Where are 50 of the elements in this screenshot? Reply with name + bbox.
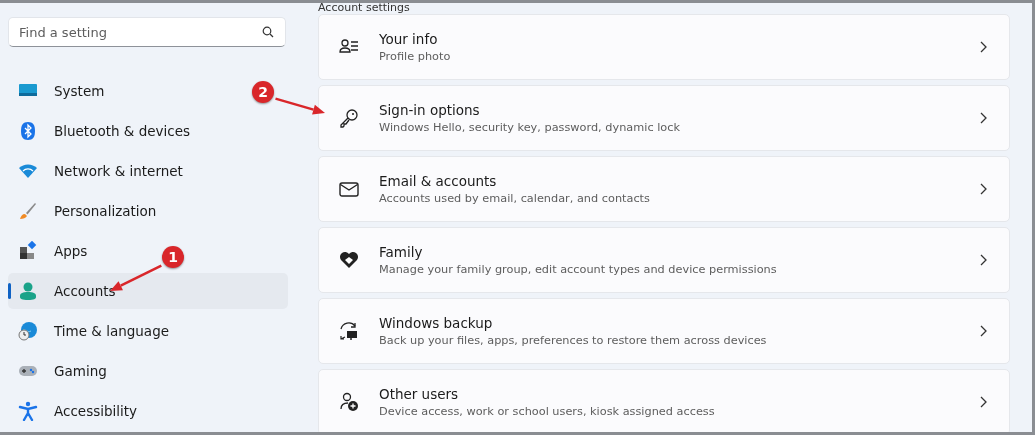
- nav-item[interactable]: Network & internet: [8, 153, 189, 189]
- settings-card[interactable]: Other users Device access, work or school users, kiosk assigned access: [318, 369, 1010, 432]
- nav-item[interactable]: System: [8, 73, 111, 109]
- search-icon: [262, 26, 274, 38]
- bluetooth-icon: [18, 121, 38, 141]
- chevron-right-icon: [980, 254, 987, 266]
- accessibility-icon: [18, 401, 38, 421]
- heart-icon: [339, 250, 359, 270]
- key-icon: [339, 108, 359, 128]
- card-title: Family: [379, 244, 424, 260]
- nav-item[interactable]: Bluetooth & devices: [8, 113, 197, 149]
- card-description: Manage your family group, edit account types and device permissions: [379, 263, 778, 276]
- card-description: Profile photo: [379, 50, 452, 63]
- nav-item[interactable]: Accounts: [8, 273, 288, 309]
- nav-item[interactable]: Apps: [8, 233, 94, 269]
- card-description: Accounts used by email, calendar, and contacts: [379, 192, 651, 205]
- chevron-right-icon: [980, 325, 987, 337]
- sync-monitor-icon: [339, 321, 359, 341]
- card-title: Windows backup: [379, 315, 494, 331]
- settings-card[interactable]: Windows backup Back up your files, apps, preferences to restore them across devices: [318, 298, 1010, 364]
- card-title: Email & accounts: [379, 173, 498, 189]
- card-title: Sign-in options: [379, 102, 481, 118]
- search-field[interactable]: Find a setting: [8, 17, 286, 47]
- settings-card[interactable]: Email & accounts Accounts used by email, calendar, and contacts: [318, 156, 1010, 222]
- step-badge: 1: [162, 246, 184, 268]
- card-title: Other users: [379, 386, 460, 402]
- card-description: Windows Hello, security key, password, dynamic lock: [379, 121, 681, 134]
- settings-card[interactable]: Sign-in options Windows Hello, security key, password, dynamic lock: [318, 85, 1010, 151]
- nav-item[interactable]: Accessibility: [8, 393, 144, 429]
- nav-item[interactable]: Personalization: [8, 193, 163, 229]
- apps-icon: [18, 241, 38, 261]
- add-user-icon: [339, 392, 359, 412]
- chevron-right-icon: [980, 41, 987, 53]
- chevron-right-icon: [980, 396, 987, 408]
- envelope-icon: [339, 179, 359, 199]
- chevron-right-icon: [980, 112, 987, 124]
- paintbrush-icon: [18, 201, 38, 221]
- card-title: Your info: [379, 31, 439, 47]
- card-description: Device access, work or school users, kiosk assigned access: [379, 405, 716, 418]
- person-icon: [18, 281, 38, 301]
- card-description: Back up your files, apps, preferences to restore them across devices: [379, 334, 768, 347]
- settings-card[interactable]: Your info Profile photo: [318, 14, 1010, 80]
- settings-card[interactable]: Family Manage your family group, edit account types and device permissions: [318, 227, 1010, 293]
- nav-item[interactable]: Gaming: [8, 353, 113, 389]
- annotation-arrow: [275, 97, 325, 115]
- step-badge: 2: [252, 81, 274, 103]
- selection-indicator: [8, 283, 11, 299]
- globe-clock-icon: [18, 321, 38, 341]
- nav-item[interactable]: Time & language: [8, 313, 175, 349]
- chevron-right-icon: [980, 183, 987, 195]
